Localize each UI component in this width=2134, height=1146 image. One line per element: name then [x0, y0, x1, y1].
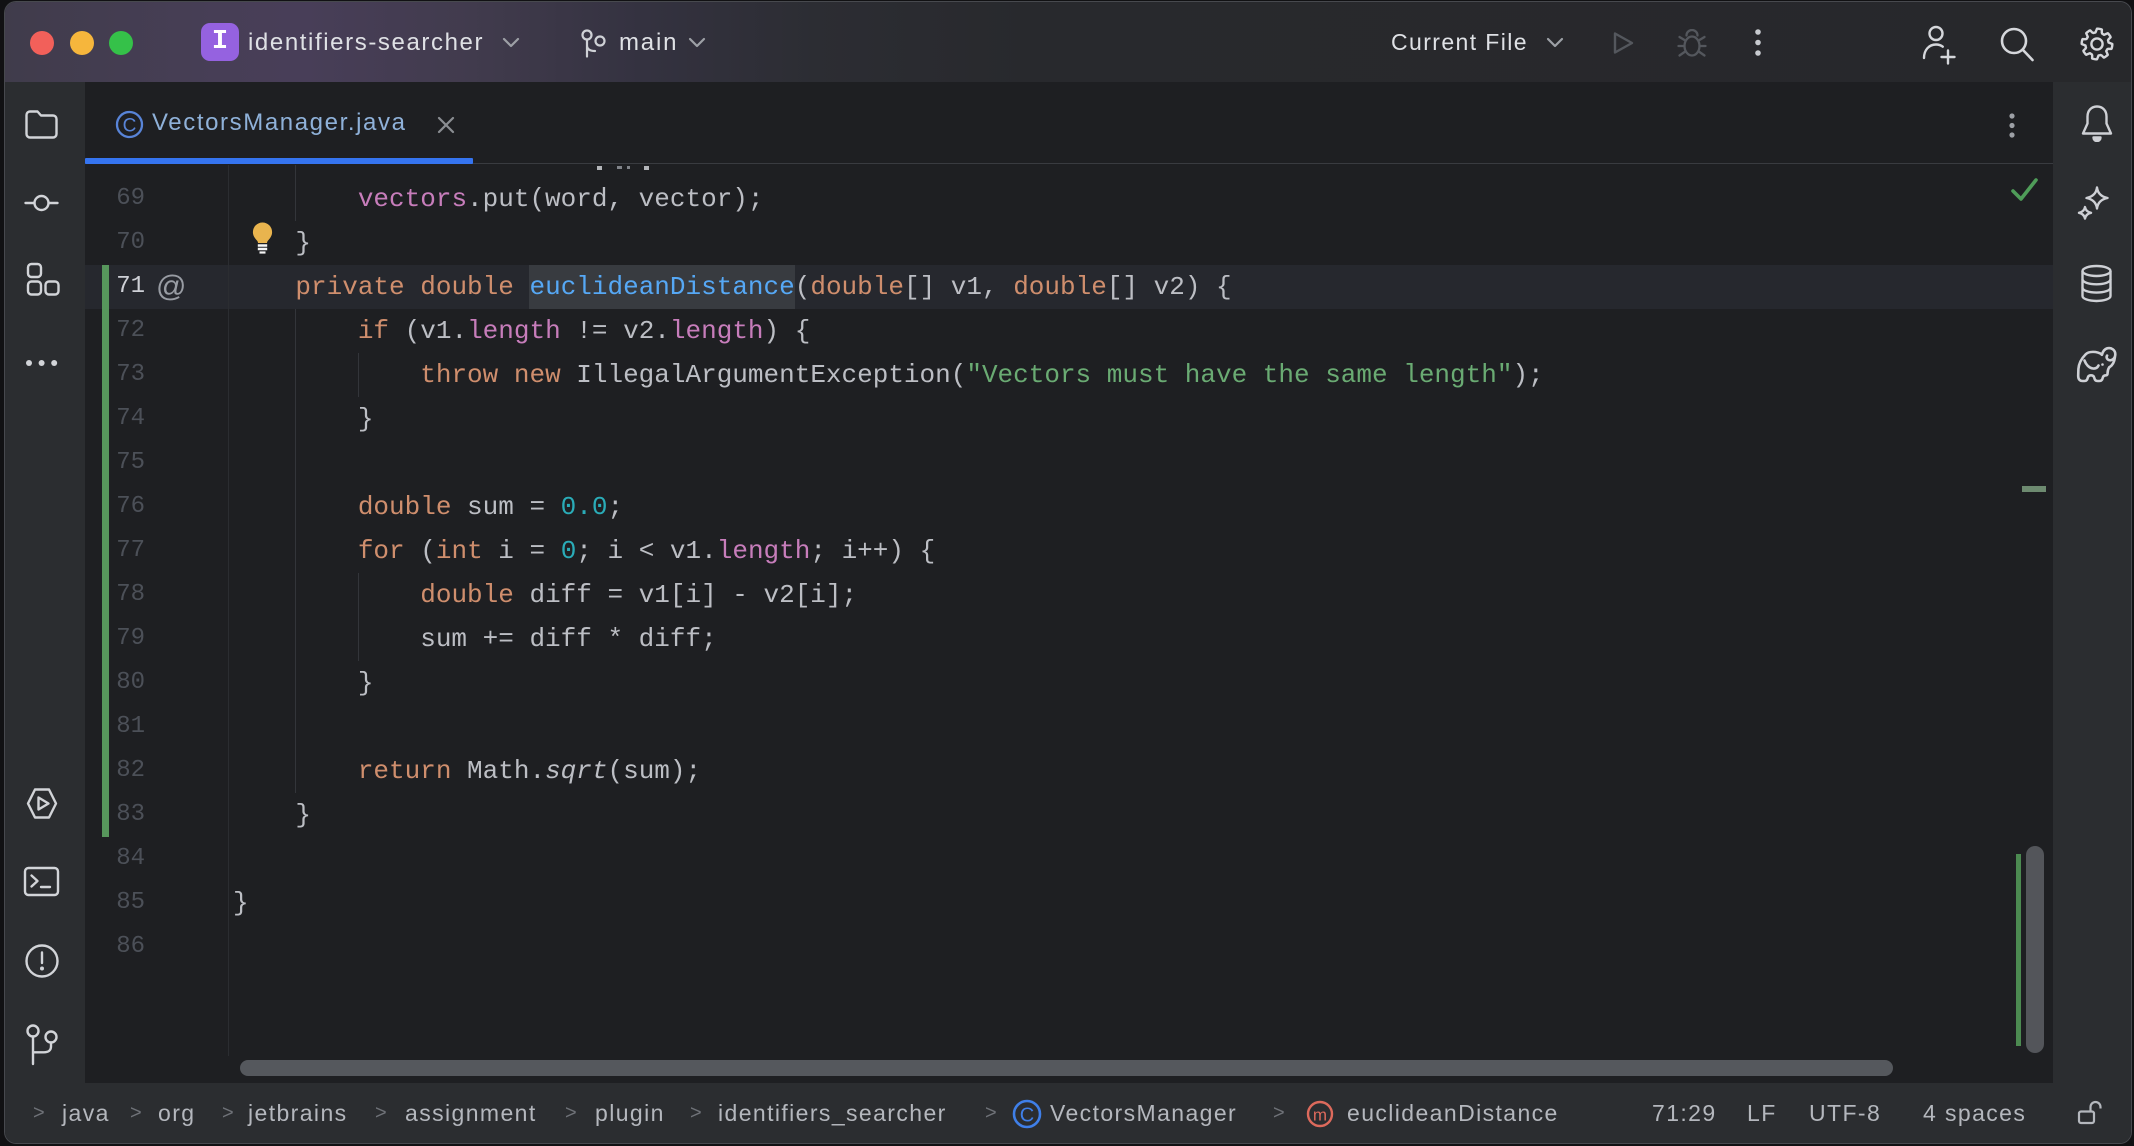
- svg-text:m: m: [1313, 1106, 1327, 1125]
- svg-text:C: C: [123, 116, 137, 137]
- svg-text:C: C: [1020, 1105, 1034, 1127]
